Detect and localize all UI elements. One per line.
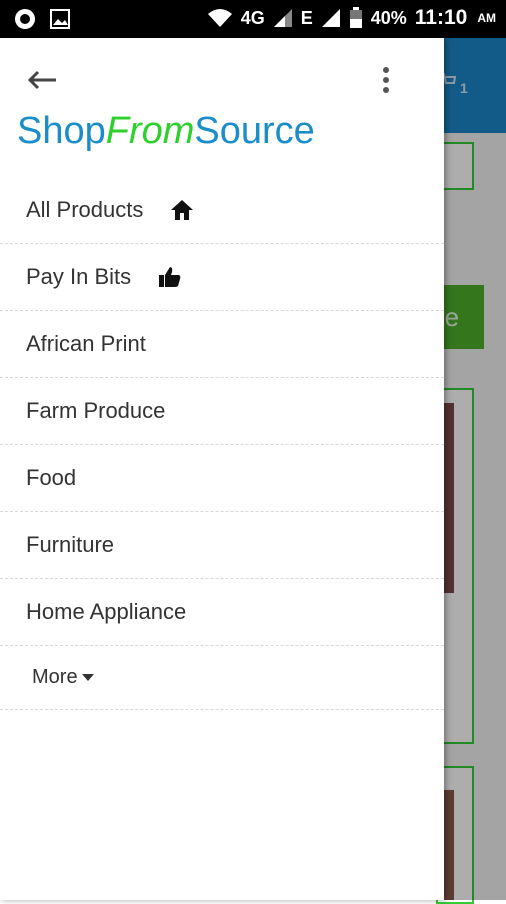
brand-part-from: From <box>105 110 195 152</box>
nav-item-farm-produce[interactable]: Farm Produce <box>0 378 444 445</box>
status-bar: 4G E 40% 11:10 AM <box>0 0 506 38</box>
nav-item-home-appliance[interactable]: Home Appliance <box>0 579 444 646</box>
clock-time: 11:10 <box>414 6 468 29</box>
battery-icon <box>349 7 362 28</box>
thumbs-up-icon <box>159 267 181 287</box>
brand-part-shop: Shop <box>17 110 106 152</box>
more-label: More <box>32 666 78 688</box>
nav-item-furniture[interactable]: Furniture <box>0 512 444 579</box>
gallery-icon <box>50 9 70 29</box>
brand-part-source: Source <box>194 110 315 152</box>
nav-item-label: Farm Produce <box>26 398 166 423</box>
nav-item-label: Home Appliance <box>26 599 187 624</box>
status-left-icons <box>14 8 70 30</box>
status-right: 4G E 40% 11:10 AM <box>207 6 496 30</box>
nav-item-pay-in-bits[interactable]: Pay In Bits <box>0 244 444 311</box>
navigation-drawer: ShopFromSource All Products Pay In Bits … <box>0 38 444 900</box>
caret-down-icon <box>81 674 94 681</box>
network-type-2: E <box>300 7 313 28</box>
nav-item-label: Food <box>26 465 77 490</box>
nav-item-african-print[interactable]: African Print <box>0 311 444 378</box>
nav-item-label: All Products <box>26 197 144 222</box>
network-type: 4G <box>240 7 265 28</box>
nav-item-food[interactable]: Food <box>0 445 444 512</box>
signal-icon <box>273 9 292 27</box>
nav-item-label: Furniture <box>26 532 115 557</box>
signal-icon-2 <box>321 9 340 27</box>
more-dropdown[interactable]: More <box>0 646 444 710</box>
clock-ampm: AM <box>477 11 496 25</box>
battery-level: 40% <box>370 7 407 28</box>
overflow-menu-button[interactable] <box>372 64 400 96</box>
nav-item-label: Pay In Bits <box>26 264 132 289</box>
arrow-left-icon <box>27 70 56 90</box>
nav-list: All Products Pay In Bits African Print F… <box>0 177 444 710</box>
nav-item-label: African Print <box>26 331 146 356</box>
brand-logo: ShopFromSource <box>17 110 315 153</box>
nav-item-all-products[interactable]: All Products <box>0 177 444 244</box>
wifi-icon <box>207 9 232 27</box>
more-vert-icon <box>383 67 389 93</box>
record-icon <box>15 9 35 29</box>
home-icon <box>171 200 194 220</box>
back-button[interactable] <box>26 66 58 94</box>
